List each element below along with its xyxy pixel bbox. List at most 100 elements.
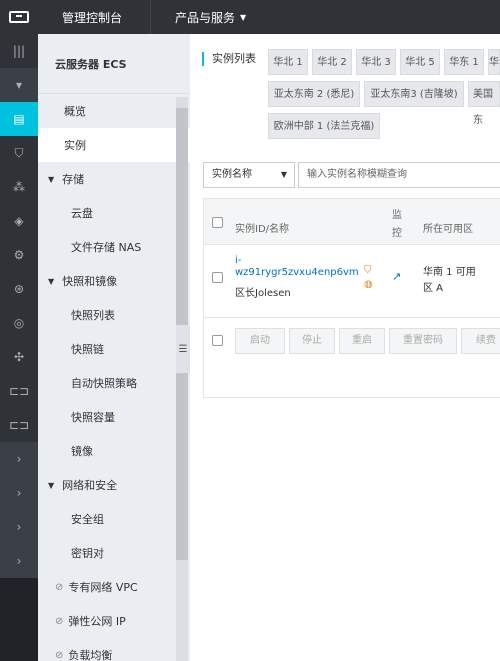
region-tab[interactable]: 亚太东南 2 (悉尼) bbox=[268, 81, 360, 107]
region-tab[interactable]: 华北 5 bbox=[400, 49, 440, 75]
console-link[interactable]: 管理控制台 bbox=[38, 0, 150, 34]
renew-button[interactable]: 续费 bbox=[461, 328, 500, 354]
chevron-right-icon[interactable]: › bbox=[0, 510, 38, 544]
caret-down-icon: ▼ bbox=[48, 480, 55, 490]
sidebar-item-label: 负载均衡 bbox=[68, 649, 113, 661]
grip-icon[interactable]: ||| bbox=[0, 34, 38, 68]
layers-icon[interactable]: ◈ bbox=[0, 204, 38, 238]
sidebar-item-label: 快照和镜像 bbox=[62, 275, 118, 288]
rail-empty bbox=[0, 646, 38, 661]
chevron-right-icon[interactable]: › bbox=[0, 442, 38, 476]
share-icon[interactable]: ✣ bbox=[0, 340, 38, 374]
region-tab[interactable]: 美国东 bbox=[468, 81, 500, 126]
header-zone: 所在可用区 bbox=[423, 224, 473, 235]
instance-id-part: i- bbox=[235, 255, 242, 266]
link-icon: ⊘ bbox=[55, 581, 64, 593]
sidebar-item-instances[interactable]: 实例 bbox=[38, 128, 190, 162]
circles-icon[interactable]: ⊛ bbox=[0, 272, 38, 306]
chevron-down-icon: ▼ bbox=[240, 12, 247, 22]
sidebar-item-snapshot-chain[interactable]: 快照链 bbox=[38, 332, 190, 366]
region-tab[interactable]: 华北 3 bbox=[356, 49, 396, 75]
link-icon: ⊘ bbox=[55, 649, 64, 661]
chip-icon[interactable]: ⚙ bbox=[0, 238, 38, 272]
sidebar-item-label: 自动快照策略 bbox=[71, 377, 137, 390]
sidebar-item-label: 概览 bbox=[64, 105, 86, 118]
network-icon[interactable]: ⁂ bbox=[0, 170, 38, 204]
ubuntu-icon: ◍ bbox=[364, 279, 373, 290]
sidebar-item-keypair[interactable]: 密钥对 bbox=[38, 536, 190, 570]
footer-select-checkbox[interactable] bbox=[212, 335, 223, 346]
products-label: 产品与服务 bbox=[175, 10, 236, 25]
chevron-right-icon[interactable]: › bbox=[0, 544, 38, 578]
sidebar-item-label: 快照链 bbox=[71, 343, 104, 356]
table-header: 实例ID/名称 监控 所在可用区 bbox=[204, 199, 500, 245]
instance-name: 区长Jolesen bbox=[235, 288, 291, 299]
sidebar-item-label: 实例 bbox=[64, 139, 86, 152]
batch-actions-row: 启动 停止 重启 重置密码 续费 bbox=[204, 317, 500, 363]
main-content: 实例列表 华北 1 华北 2 华北 3 华北 5 华东 1 华东 亚太东南 2 … bbox=[190, 34, 500, 661]
top-bar: 管理控制台 产品与服务 ▼ bbox=[0, 0, 500, 34]
sidebar-item-label: 专有网络 VPC bbox=[68, 581, 138, 594]
sidebar-item-label: 网络和安全 bbox=[62, 479, 118, 492]
region-tab[interactable]: 欧洲中部 1 (法兰克福) bbox=[268, 113, 380, 139]
region-tab[interactable]: 华北 1 bbox=[268, 49, 308, 75]
region-tab[interactable]: 华东 1 bbox=[444, 49, 484, 75]
filter-select-value: 实例名称 bbox=[212, 169, 252, 180]
sidebar-item-disks[interactable]: 云盘 bbox=[38, 196, 190, 230]
sidebar-item-slb[interactable]: ⊘ 负载均衡 bbox=[38, 638, 190, 661]
caret-down-icon: ▼ bbox=[48, 276, 55, 286]
instance-id-part: wz91rygr5zvxu4enp6vm bbox=[235, 267, 359, 278]
sidebar-item-vpc[interactable]: ⊘ 专有网络 VPC bbox=[38, 570, 190, 604]
sidebar-group-network[interactable]: ▼ 网络和安全 bbox=[38, 468, 190, 502]
region-tab[interactable]: 亚太东南3 (吉隆坡) bbox=[364, 81, 464, 107]
sidebar-group-storage[interactable]: ▼ 存储 bbox=[38, 162, 190, 196]
sidebar-item-snapshot-capacity[interactable]: 快照容量 bbox=[38, 400, 190, 434]
shield-status-icon: ⛉ bbox=[364, 265, 372, 276]
header-monitor: 监控 bbox=[392, 210, 402, 239]
products-menu[interactable]: 产品与服务 ▼ bbox=[150, 0, 270, 34]
header-id-name: 实例ID/名称 bbox=[235, 224, 290, 235]
sidebar-item-images[interactable]: 镜像 bbox=[38, 434, 190, 468]
sidebar-item-eip[interactable]: ⊘ 弹性公网 IP bbox=[38, 604, 190, 638]
shield-icon[interactable]: ⛉ bbox=[0, 136, 38, 170]
sidebar-item-overview[interactable]: 概览 bbox=[38, 94, 190, 128]
sidebar-item-label: 快照容量 bbox=[71, 411, 115, 424]
link-icon: ⊘ bbox=[55, 615, 64, 627]
sidebar-item-auto-snapshot[interactable]: 自动快照策略 bbox=[38, 366, 190, 400]
zone-cell: 华南 1 可用 区 A bbox=[423, 265, 476, 297]
server-icon[interactable]: ▤ bbox=[0, 102, 38, 136]
search-input[interactable]: 输入实例名称模糊查询 bbox=[298, 162, 500, 188]
chevron-right-icon[interactable]: › bbox=[0, 476, 38, 510]
eye-icon[interactable]: ◎ bbox=[0, 306, 38, 340]
aliyun-icon[interactable]: ⊏⊐ bbox=[0, 374, 38, 408]
sidebar-item-label: 弹性公网 IP bbox=[68, 615, 126, 628]
sidebar-item-nas[interactable]: 文件存储 NAS bbox=[38, 230, 190, 264]
stop-button[interactable]: 停止 bbox=[289, 328, 335, 354]
rail-empty bbox=[0, 612, 38, 646]
sidebar-title: 云服务器 ECS bbox=[38, 34, 190, 94]
instance-id-link[interactable]: i- wz91rygr5zvxu4enp6vm bbox=[235, 255, 359, 278]
caret-down-icon: ▼ bbox=[280, 170, 287, 179]
region-tab[interactable]: 华东 bbox=[488, 49, 500, 94]
collapse-sidebar-icon[interactable]: ☰ bbox=[176, 325, 190, 373]
aliyun-logo-icon[interactable] bbox=[0, 0, 38, 34]
sidebar-item-label: 密钥对 bbox=[71, 547, 104, 560]
zone-text: 区 A bbox=[423, 283, 444, 294]
sidebar-item-security-group[interactable]: 安全组 bbox=[38, 502, 190, 536]
sidebar-item-label: 安全组 bbox=[71, 513, 104, 526]
start-button[interactable]: 启动 bbox=[235, 328, 285, 354]
sidebar-group-snapshots[interactable]: ▼ 快照和镜像 bbox=[38, 264, 190, 298]
region-tab[interactable]: 华北 2 bbox=[312, 49, 352, 75]
select-all-checkbox[interactable] bbox=[212, 217, 223, 228]
aliyun-icon[interactable]: ⊏⊐ bbox=[0, 408, 38, 442]
sidebar-item-label: 镜像 bbox=[71, 445, 93, 458]
product-sidebar: 云服务器 ECS 概览 实例 ▼ 存储 云盘 文件存储 NAS ▼ 快照和镜像 快照… bbox=[38, 34, 190, 661]
sidebar-item-snapshot-list[interactable]: 快照列表 bbox=[38, 298, 190, 332]
monitor-chart-icon[interactable]: ↗ bbox=[392, 270, 401, 283]
instance-list-label: 实例列表 bbox=[202, 52, 256, 66]
filter-field-select[interactable]: 实例名称 ▼ bbox=[203, 162, 295, 188]
restart-button[interactable]: 重启 bbox=[339, 328, 385, 354]
row-checkbox[interactable] bbox=[212, 272, 223, 283]
reset-password-button[interactable]: 重置密码 bbox=[389, 328, 457, 354]
chevron-down-icon[interactable]: ▾ bbox=[0, 68, 38, 102]
